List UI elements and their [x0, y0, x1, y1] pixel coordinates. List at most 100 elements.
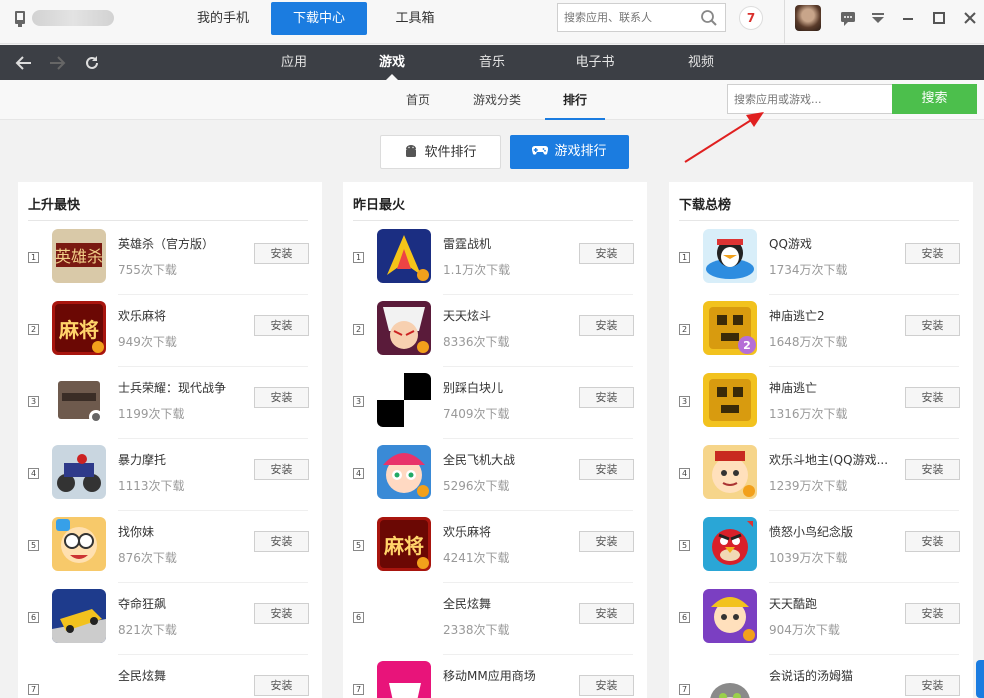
list-item[interactable]: 5 麻将 欢乐麻将 4241次下载 安装	[343, 514, 647, 586]
install-button[interactable]: 安装	[254, 387, 309, 408]
app-name[interactable]: 英雄杀（官方版）	[118, 235, 250, 252]
install-button[interactable]: 安装	[579, 675, 634, 696]
refresh-icon[interactable]	[82, 53, 102, 73]
side-tab[interactable]	[976, 660, 984, 698]
list-item[interactable]: 5 愤怒小鸟纪念版 1039万次下载 安装	[669, 514, 973, 586]
minimize-icon[interactable]	[898, 8, 918, 28]
racing-icon[interactable]	[52, 589, 106, 643]
subnav-rankings[interactable]: 排行	[545, 80, 605, 120]
dance-icon[interactable]	[52, 661, 106, 698]
app-name[interactable]: 会说话的汤姆猫	[769, 667, 901, 684]
tab-toolbox[interactable]: 工具箱	[382, 2, 448, 35]
angry-birds-icon[interactable]	[703, 517, 757, 571]
back-arrow-icon[interactable]	[14, 53, 34, 73]
find-sister-icon[interactable]	[52, 517, 106, 571]
install-button[interactable]: 安装	[254, 675, 309, 696]
app-name[interactable]: 全民炫舞	[118, 667, 250, 684]
hero-kill-icon[interactable]: 英雄杀	[52, 229, 106, 283]
moto-icon[interactable]	[52, 445, 106, 499]
app-name[interactable]: 天天酷跑	[769, 595, 901, 612]
mm-store-icon[interactable]	[377, 661, 431, 698]
install-button[interactable]: 安装	[254, 243, 309, 264]
search-button[interactable]: 搜索	[892, 84, 977, 114]
list-item[interactable]: 2 麻将 欢乐麻将 949次下载 安装	[18, 298, 322, 370]
list-item[interactable]: 2 天天炫斗 8336次下载 安装	[343, 298, 647, 370]
tab-my-phone[interactable]: 我的手机	[186, 2, 260, 35]
forward-arrow-icon[interactable]	[47, 53, 67, 73]
install-button[interactable]: 安装	[579, 387, 634, 408]
list-item[interactable]: 7 会说话的汤姆猫 安装	[669, 658, 973, 698]
app-name[interactable]: 暴力摩托	[118, 451, 250, 468]
software-ranking-button[interactable]: 软件排行	[380, 135, 501, 169]
install-button[interactable]: 安装	[579, 243, 634, 264]
piano-tiles-icon[interactable]	[377, 373, 431, 427]
list-item[interactable]: 6 全民炫舞 2338次下载 安装	[343, 586, 647, 658]
game-ranking-button[interactable]: 游戏排行	[510, 135, 629, 169]
category-music[interactable]: 音乐	[462, 45, 522, 80]
mahjong-icon[interactable]: 麻将	[52, 301, 106, 355]
install-button[interactable]: 安装	[905, 387, 960, 408]
install-button[interactable]: 安装	[579, 459, 634, 480]
install-button[interactable]: 安装	[579, 603, 634, 624]
app-name[interactable]: 夺命狂飙	[118, 595, 250, 612]
app-name[interactable]: 欢乐麻将	[118, 307, 250, 324]
install-button[interactable]: 安装	[905, 315, 960, 336]
daily-run-icon[interactable]	[703, 589, 757, 643]
app-name[interactable]: 欢乐麻将	[443, 523, 575, 540]
install-button[interactable]: 安装	[905, 603, 960, 624]
list-item[interactable]: 3 神庙逃亡 1316万次下载 安装	[669, 370, 973, 442]
plane-war-icon[interactable]	[377, 445, 431, 499]
list-item[interactable]: 1 雷霆战机 1.1万次下载 安装	[343, 226, 647, 298]
close-icon[interactable]	[960, 8, 980, 28]
list-item[interactable]: 6 夺命狂飙 821次下载 安装	[18, 586, 322, 658]
category-videos[interactable]: 视频	[671, 45, 731, 80]
install-button[interactable]: 安装	[905, 459, 960, 480]
app-name[interactable]: 神庙逃亡2	[769, 307, 901, 324]
app-name[interactable]: 雷霆战机	[443, 235, 575, 252]
list-item[interactable]: 3 士兵荣耀：现代战争 1199次下载 安装	[18, 370, 322, 442]
notification-badge[interactable]: 7	[739, 6, 763, 30]
phone-icon[interactable]	[12, 10, 28, 28]
qq-game-icon[interactable]	[703, 229, 757, 283]
temple-run-icon[interactable]	[703, 373, 757, 427]
list-item[interactable]: 1 QQ游戏 1734万次下载 安装	[669, 226, 973, 298]
list-item[interactable]: 4 暴力摩托 1113次下载 安装	[18, 442, 322, 514]
talking-tom-icon[interactable]	[703, 661, 757, 698]
install-button[interactable]: 安装	[579, 315, 634, 336]
app-name[interactable]: 别踩白块儿	[443, 379, 575, 396]
list-item[interactable]: 4 全民飞机大战 5296次下载 安装	[343, 442, 647, 514]
app-name[interactable]: 士兵荣耀：现代战争	[118, 379, 250, 396]
category-ebooks[interactable]: 电子书	[565, 45, 625, 80]
landlord-icon[interactable]	[703, 445, 757, 499]
install-button[interactable]: 安装	[905, 243, 960, 264]
category-apps[interactable]: 应用	[264, 45, 324, 80]
app-name[interactable]: 全民飞机大战	[443, 451, 575, 468]
app-name[interactable]: 愤怒小鸟纪念版	[769, 523, 901, 540]
list-item[interactable]: 7 移动MM应用商场 安装	[343, 658, 647, 698]
thunder-fighter-icon[interactable]	[377, 229, 431, 283]
app-name[interactable]: 全民炫舞	[443, 595, 575, 612]
top-search-input[interactable]	[558, 4, 696, 31]
avatar[interactable]	[795, 5, 821, 31]
subnav-home[interactable]: 首页	[397, 80, 439, 120]
app-name[interactable]: 移动MM应用商场	[443, 667, 575, 684]
install-button[interactable]: 安装	[254, 531, 309, 552]
list-item[interactable]: 6 天天酷跑 904万次下载 安装	[669, 586, 973, 658]
install-button[interactable]: 安装	[254, 459, 309, 480]
list-item[interactable]: 2 2 神庙逃亡2 1648万次下载 安装	[669, 298, 973, 370]
subnav-game-categories[interactable]: 游戏分类	[466, 80, 528, 120]
install-button[interactable]: 安装	[579, 531, 634, 552]
daily-fight-icon[interactable]	[377, 301, 431, 355]
category-games[interactable]: 游戏	[362, 45, 422, 80]
app-name[interactable]: 天天炫斗	[443, 307, 575, 324]
maximize-icon[interactable]	[929, 8, 949, 28]
menu-dropdown-icon[interactable]	[868, 8, 888, 28]
app-name[interactable]: 欢乐斗地主(QQ游戏...	[769, 451, 901, 468]
install-button[interactable]: 安装	[254, 603, 309, 624]
dance-icon[interactable]	[377, 589, 431, 643]
install-button[interactable]: 安装	[254, 315, 309, 336]
message-icon[interactable]	[838, 8, 858, 28]
app-name[interactable]: QQ游戏	[769, 235, 901, 252]
list-item[interactable]: 3 别踩白块儿 7409次下载 安装	[343, 370, 647, 442]
list-item[interactable]: 5 找你妹 876次下载 安装	[18, 514, 322, 586]
